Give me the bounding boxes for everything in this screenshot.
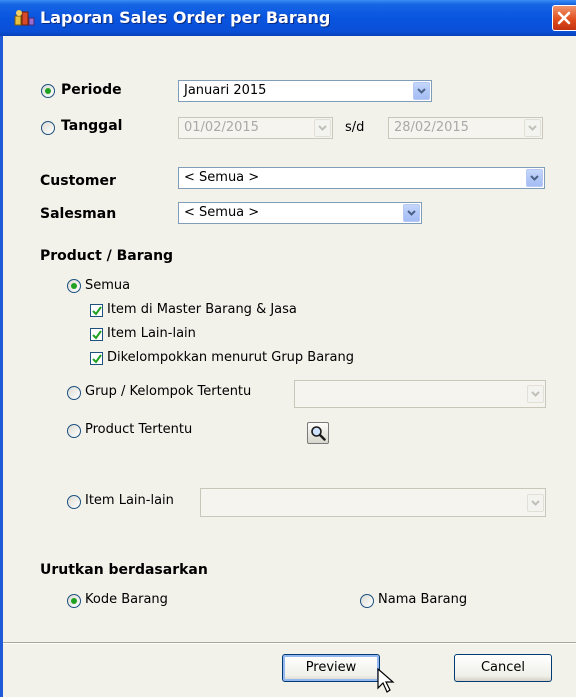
- salesman-label: Salesman: [40, 206, 117, 222]
- product-semua-label: Semua: [85, 278, 131, 293]
- search-icon: [311, 426, 326, 441]
- dropdown-arrow-icon[interactable]: [527, 494, 544, 512]
- salesman-select[interactable]: < Semua >: [178, 202, 422, 224]
- dropdown-arrow-icon[interactable]: [527, 385, 544, 403]
- tanggal-radio[interactable]: [41, 121, 55, 135]
- close-button[interactable]: [552, 5, 576, 31]
- customer-label: Customer: [40, 173, 116, 189]
- customer-value: < Semua >: [184, 170, 260, 185]
- app-icon: [13, 9, 35, 27]
- nama-barang-radio[interactable]: [360, 594, 374, 608]
- tanggal-from-field[interactable]: 01/02/2015: [178, 117, 333, 139]
- product-search-button[interactable]: [307, 422, 329, 444]
- dropdown-arrow-icon[interactable]: [524, 119, 541, 137]
- urutkan-heading: Urutkan berdasarkan: [40, 562, 208, 578]
- dikelompokkan-label: Dikelompokkan menurut Grup Barang: [107, 350, 354, 365]
- item-master-checkbox[interactable]: [90, 304, 103, 317]
- tanggal-to-field[interactable]: 28/02/2015: [388, 117, 543, 139]
- title-bar: Laporan Sales Order per Barang: [0, 0, 576, 36]
- tanggal-from-value: 01/02/2015: [184, 120, 259, 135]
- grup-radio[interactable]: [67, 386, 81, 400]
- grup-select[interactable]: [294, 380, 546, 408]
- periode-value: Januari 2015: [184, 83, 267, 98]
- close-icon: [557, 11, 571, 25]
- item-lain-check-label: Item Lain-lain: [107, 326, 196, 341]
- item-lain-radio[interactable]: [67, 495, 81, 509]
- tanggal-label: Tanggal: [61, 118, 123, 134]
- dropdown-arrow-icon[interactable]: [403, 204, 420, 222]
- periode-label: Periode: [61, 82, 122, 98]
- product-tertentu-label: Product Tertentu: [85, 422, 193, 437]
- item-master-label: Item di Master Barang & Jasa: [107, 302, 297, 317]
- window-title: Laporan Sales Order per Barang: [40, 8, 331, 27]
- periode-select[interactable]: Januari 2015: [178, 80, 432, 102]
- mouse-cursor-icon: [377, 668, 395, 693]
- dialog-window: Laporan Sales Order per Barang Periode J…: [0, 0, 576, 697]
- dropdown-arrow-icon[interactable]: [526, 169, 543, 187]
- dropdown-arrow-icon[interactable]: [413, 82, 430, 100]
- tanggal-to-value: 28/02/2015: [394, 120, 469, 135]
- product-heading: Product / Barang: [40, 248, 174, 264]
- preview-button[interactable]: Preview: [282, 654, 380, 682]
- cancel-label: Cancel: [480, 660, 526, 675]
- periode-radio[interactable]: [41, 84, 55, 98]
- kode-barang-radio[interactable]: [67, 594, 81, 608]
- product-semua-radio[interactable]: [67, 279, 81, 293]
- customer-select[interactable]: < Semua >: [178, 167, 545, 189]
- grup-label: Grup / Kelompok Tertentu: [85, 384, 252, 399]
- preview-label: Preview: [305, 660, 357, 675]
- item-lain-checkbox[interactable]: [90, 328, 103, 341]
- dikelompokkan-checkbox[interactable]: [90, 352, 103, 365]
- footer-divider: [3, 642, 576, 644]
- cancel-button[interactable]: Cancel: [454, 654, 552, 682]
- item-lain-radio-label: Item Lain-lain: [85, 493, 174, 508]
- kode-barang-label: Kode Barang: [85, 592, 168, 607]
- sd-label: s/d: [345, 120, 365, 135]
- salesman-value: < Semua >: [184, 205, 260, 220]
- dropdown-arrow-icon[interactable]: [314, 119, 331, 137]
- nama-barang-label: Nama Barang: [378, 592, 468, 607]
- product-tertentu-radio[interactable]: [67, 424, 81, 438]
- item-lain-select[interactable]: [200, 488, 546, 517]
